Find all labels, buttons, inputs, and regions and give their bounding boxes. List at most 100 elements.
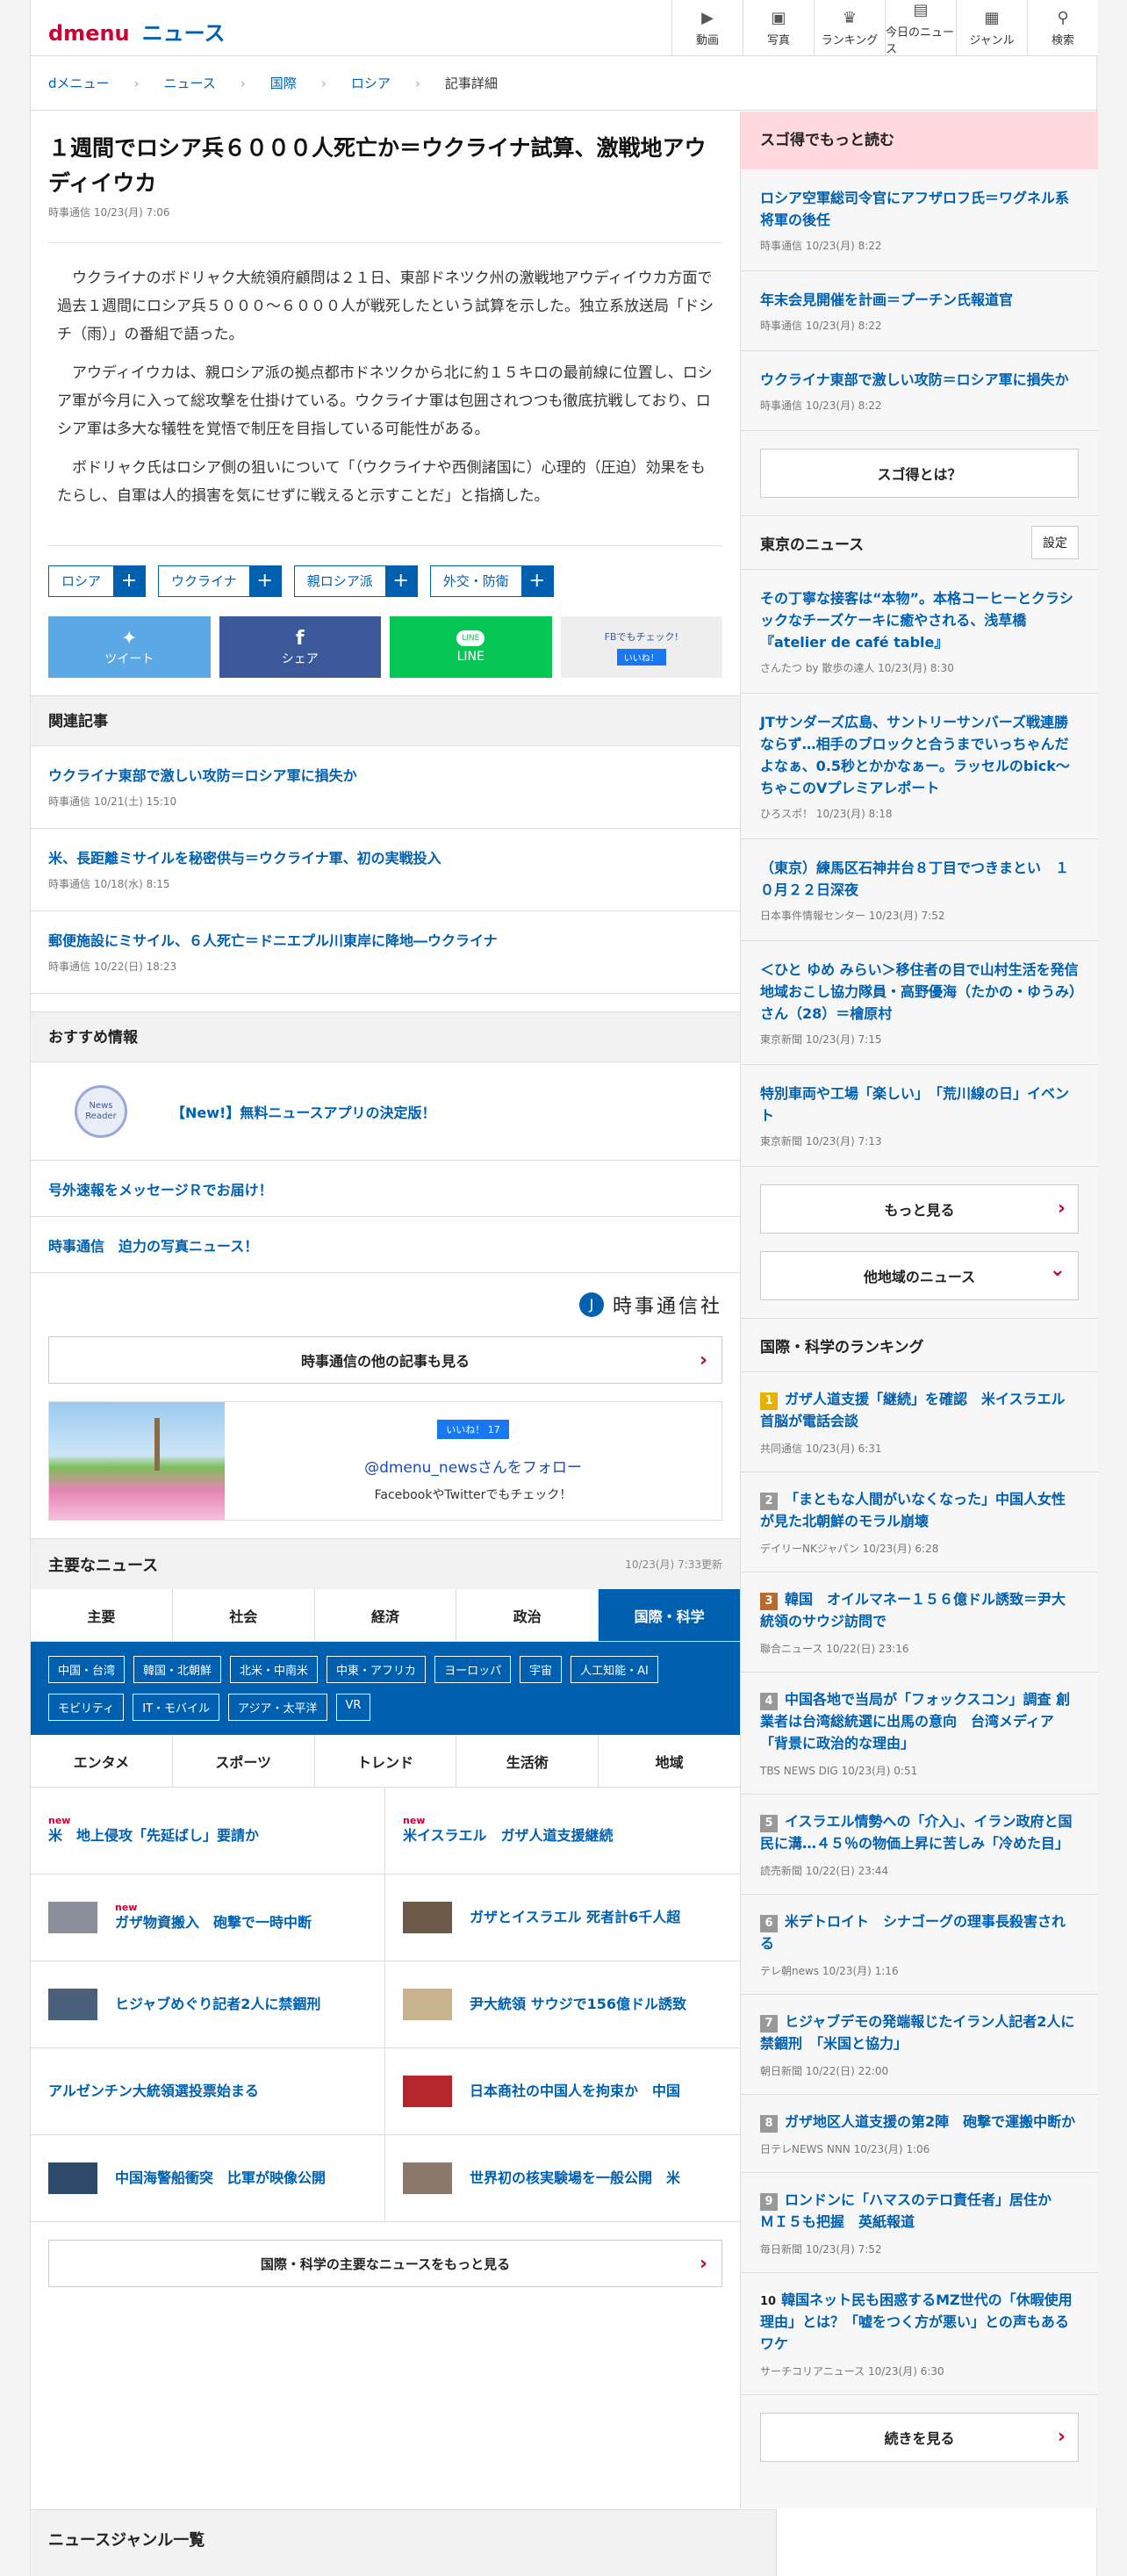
subcategory-chip[interactable]: 人工知能・AI (571, 1656, 658, 1683)
sugotoku-item[interactable]: ロシア空軍総司令官にアフザロフ氏＝ワグネル系将軍の後任 時事通信 10/23(月)… (741, 169, 1098, 271)
tab-0[interactable]: 主要 (31, 1589, 173, 1641)
dmenu-logo[interactable]: dmenu ニュース (48, 16, 225, 47)
recommend-heading: おすすめ情報 (31, 1011, 740, 1062)
breadcrumb-item[interactable]: ロシア (351, 74, 391, 92)
ranking-item[interactable]: 6 米デトロイト シナゴーグの理事長殺害される テレ朝news 10/23(月) 1… (741, 1895, 1098, 1995)
chevron-right-icon: › (1057, 1198, 1066, 1220)
main-news-more-button[interactable]: 国際・科学の主要なニュースをもっと見る › (48, 2240, 722, 2287)
facebook-share-button[interactable]: f シェア (219, 616, 381, 678)
nav-item[interactable]: ♛ ランキング (814, 0, 885, 56)
tab2-1[interactable]: スポーツ (173, 1735, 315, 1787)
ranking-item[interactable]: 10 韓国ネット民も困惑するMZ世代の「休暇使用理由」とは？「嘘をつく方が悪い」と… (741, 2273, 1098, 2395)
related-title: 米、長距離ミサイルを秘密供与＝ウクライナ軍、初の実戦投入 (48, 850, 441, 867)
tokyo-news-item[interactable]: その丁寧な接客は“本物”。本格コーヒーとクラシックなチーズケーキに癒やされる、浅… (741, 570, 1098, 694)
subcategory-chip[interactable]: 中国・台湾 (48, 1656, 126, 1683)
subcategory-chip[interactable]: 北米・中南米 (230, 1656, 319, 1683)
breadcrumb-item[interactable]: dメニュー (48, 74, 110, 92)
nav-item[interactable]: ⚲ 検索 (1027, 0, 1098, 56)
related-item[interactable]: ウクライナ東部で激しい攻防＝ロシア軍に損失か 時事通信 10/21(土) 15:1… (31, 746, 740, 829)
subcategory-chip[interactable]: VR (335, 1694, 371, 1721)
subcategory-chip[interactable]: アジア・太平洋 (228, 1694, 327, 1721)
recommend-item-photo[interactable]: 時事通信 迫力の写真ニュース！ (31, 1217, 740, 1273)
tokyo-news-item[interactable]: 特別車両や工場「楽しい」 「荒川線の日」イベント 東京新聞 10/23(月) 7:… (741, 1065, 1098, 1167)
tab-4[interactable]: 国際・科学 (599, 1589, 740, 1641)
ranking-title: 5 イスラエル情勢への「介入」、イラン政府と国民に溝…４５％の物価上昇に苦しみ「冷… (760, 1810, 1079, 1854)
nav-item[interactable]: ▶ 動画 (671, 0, 743, 56)
nav-item[interactable]: ▤ 今日のニュース (885, 0, 956, 56)
ranking-item[interactable]: 2 「まともな人間がいなくなった」中国人女性が見た北朝鮮のモラル崩壊 デイリーNKジ… (741, 1472, 1098, 1572)
main-news-item[interactable]: ガザとイスラエル 死者計6千人超 (385, 1874, 740, 1961)
tab2-2[interactable]: トレンド (315, 1735, 457, 1787)
tokyo-news-item[interactable]: （東京）練馬区石神井台８丁目でつきまとい １０月２２日深夜 日本事件情報センター … (741, 839, 1098, 941)
jiji-more-button[interactable]: 時事通信の他の記事も見る › (48, 1336, 722, 1384)
subcategory-chip[interactable]: モビリティ (48, 1694, 125, 1721)
ranking-item[interactable]: 9 ロンドンに「ハマスのテロ責任者」居住か ＭＩ５も把握 英紙報道 毎日新聞 10/… (741, 2173, 1098, 2273)
ranking-item[interactable]: 4 中国各地で当局が「フォックスコン」調査 創業者は台湾総統選に出馬の意向 台湾メ… (741, 1673, 1098, 1795)
tab-1[interactable]: 社会 (173, 1589, 315, 1641)
settings-button[interactable]: 設定 (1031, 526, 1079, 559)
main-news-item[interactable]: new 米 地上侵攻「先延ばし」要請か (31, 1788, 385, 1874)
tag-3[interactable]: 外交・防衛 + (429, 565, 554, 597)
subcategory-list: 中国・台湾 韓国・北朝鮮 北米・中南米 中東・アフリカ ヨーロッパ 宇宙 人工知能・AI モビ… (31, 1642, 740, 1735)
tab2-4[interactable]: 地域 (599, 1735, 740, 1787)
plus-icon[interactable]: + (384, 566, 417, 596)
tag-2[interactable]: 親ロシア派 + (293, 565, 418, 597)
tweet-button[interactable]: ✦ ツイート (48, 616, 211, 678)
sugotoku-item[interactable]: 年末会見開催を計画＝プーチン氏報道官 時事通信 10/23(月) 8:22 (741, 271, 1098, 351)
recommend-item-app[interactable]: News Reader 【New!】無料ニュースアプリの決定版！ (31, 1062, 740, 1161)
plus-icon[interactable]: + (248, 566, 281, 596)
ranking-more-button[interactable]: 続きを見る › (760, 2413, 1079, 2462)
other-region-button[interactable]: 他地域のニュース ⌄ (760, 1251, 1079, 1300)
sugotoku-about-button[interactable]: スゴ得とは？ (760, 449, 1079, 498)
ranking-item[interactable]: 7 ヒジャブデモの発端報じたイラン人記者2人に禁錮刑 「米国と協力」 朝日新聞 10… (741, 1995, 1098, 2095)
main-news-item[interactable]: 世界初の核実験場を一般公開 米 (385, 2135, 740, 2222)
tab2-0[interactable]: エンタメ (31, 1735, 173, 1787)
related-heading: 関連記事 (31, 695, 740, 746)
sugotoku-item[interactable]: ウクライナ東部で激しい攻防＝ロシア軍に損失か 時事通信 10/23(月) 8:22 (741, 351, 1098, 431)
related-item[interactable]: 郵便施設にミサイル、６人死亡＝ドニエプル川東岸に降地―ウクライナ 時事通信 10/… (31, 911, 740, 994)
main-news-item[interactable]: 日本商社の中国人を拘束か 中国 (385, 2048, 740, 2135)
subcategory-chip[interactable]: IT・モバイル (133, 1694, 220, 1721)
main-news-item[interactable]: new 米イスラエル ガザ人道支援継続 (385, 1788, 740, 1874)
fb-like-button[interactable]: いいね！ (616, 648, 666, 666)
subcategory-chip[interactable]: 宇宙 (520, 1656, 563, 1683)
main-news-item[interactable]: new ガザ物資搬入 砲撃で一時中断 (31, 1874, 385, 1961)
plus-icon[interactable]: + (520, 566, 553, 596)
ranking-item[interactable]: 1 ガザ人道支援「継続」を確認 米イスラエル首脳が電話会談 共同通信 10/23(月… (741, 1372, 1098, 1472)
ranking-item[interactable]: 8 ガザ地区人道支援の第2陣 砲撃で運搬中断か 日テレNEWS NNN 10/23(… (741, 2095, 1098, 2173)
tokyo-more-button[interactable]: もっと見る › (760, 1184, 1079, 1234)
ranking-meta: サーチコリアニュース 10/23(月) 6:30 (760, 2365, 944, 2378)
breadcrumb-item[interactable]: ニュース (164, 74, 216, 92)
main-news-item[interactable]: 中国海警船衝突 比軍が映像公開 (31, 2135, 385, 2222)
plus-icon[interactable]: + (113, 566, 146, 596)
tag-0[interactable]: ロシア + (48, 565, 147, 597)
tokyo-news-item[interactable]: ＜ひと ゆめ みらい＞移住者の目で山村生活を発信 地域おこし協力隊員・高野優海（… (741, 941, 1098, 1065)
breadcrumb-item[interactable]: 国際 (270, 74, 297, 92)
ranking-item[interactable]: 5 イスラエル情勢への「介入」、イラン政府と国民に溝…４５％の物価上昇に苦しみ「冷… (741, 1795, 1098, 1895)
ranking-meta: 毎日新聞 10/23(月) 7:52 (760, 2243, 882, 2256)
ranking-item[interactable]: 3 韓国 オイルマネー１５６億ドル誘致＝尹大統領のサウジ訪問で 聯合ニュース 10/… (741, 1572, 1098, 1673)
follow-link[interactable]: @dmenu_newsさんをフォロー (364, 1455, 582, 1477)
main-news-grid: new 米 地上侵攻「先延ばし」要請か new 米イスラエル ガザ人道支援継続 new ガ… (31, 1788, 740, 2222)
jiji-mark-icon: J (578, 1292, 604, 1317)
subcategory-chip[interactable]: 韓国・北朝鮮 (133, 1656, 222, 1683)
page: dmenu ニュース ▶ 動画 ▣ 写真 ♛ ランキング ▤ 今日のニュース ▦ ジャンル ⚲ 検索 d… (0, 0, 1127, 2576)
subcategory-chip[interactable]: 中東・アフリカ (327, 1656, 427, 1683)
fb-check-box[interactable]: FBでもチェック! いいね！ (560, 616, 722, 678)
line-share-button[interactable]: LINE LINE (390, 616, 552, 678)
related-item[interactable]: 米、長距離ミサイルを秘密供与＝ウクライナ軍、初の実戦投入 時事通信 10/18(水… (31, 829, 740, 911)
recommend-item-extra[interactable]: 号外速報をメッセージＲでお届け！ (31, 1161, 740, 1217)
fb-like-count-button[interactable]: いいね！ 17 (437, 1419, 509, 1439)
main-news-item[interactable]: 尹大統領 サウジで156億ドル誘致 (385, 1961, 740, 2048)
tokyo-news-meta: 日本事件情報センター 10/23(月) 7:52 (760, 910, 945, 922)
tab-2[interactable]: 経済 (315, 1589, 457, 1641)
tokyo-news-item[interactable]: JTサンダーズ広島、サントリーサンバーズ戦連勝ならず…相手のブロックと合うまでい… (741, 694, 1098, 839)
tag-1[interactable]: ウクライナ + (158, 565, 282, 597)
nav-item[interactable]: ▦ ジャンル (956, 0, 1027, 56)
tab2-3[interactable]: 生活術 (456, 1735, 599, 1787)
main-news-item[interactable]: アルゼンチン大統領選投票始まる (31, 2048, 385, 2135)
subcategory-chip[interactable]: ヨーロッパ (434, 1656, 512, 1683)
nav-item[interactable]: ▣ 写真 (743, 0, 814, 56)
tab-3[interactable]: 政治 (456, 1589, 599, 1641)
main-news-item[interactable]: ヒジャブめぐり記者2人に禁錮刑 (31, 1961, 385, 2048)
